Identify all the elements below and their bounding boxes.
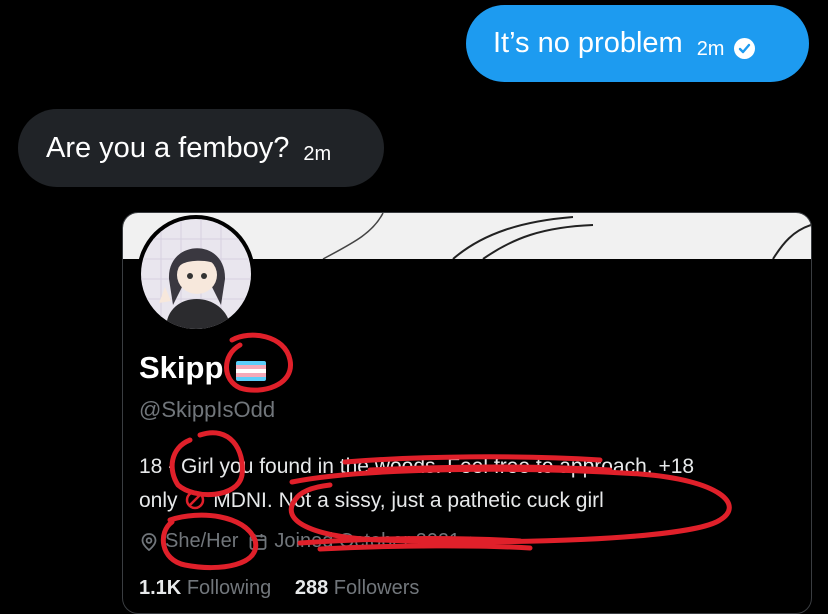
chevron-right-icon[interactable] — [466, 535, 480, 549]
received-message-text: Are you a femboy? — [46, 131, 290, 164]
profile-display-name: Skipp — [139, 350, 224, 385]
followers-stat[interactable]: 288 Followers — [295, 577, 420, 599]
calendar-icon — [249, 533, 267, 550]
bio-mdni-text: MDNI. — [213, 489, 273, 512]
bio-line-1: 18 - Girl you found in the woods. Feel f… — [139, 455, 695, 478]
no-symbol-icon — [186, 490, 205, 510]
following-count: 1.1K — [139, 577, 182, 599]
check-circle-icon — [734, 38, 756, 59]
profile-card[interactable]: Skipp @SkippIsOdd 18 - Girl you found in… — [122, 212, 812, 614]
transgender-flag-icon — [236, 361, 266, 381]
joined-text: Joined October 2021 — [274, 530, 461, 552]
follow-stats: 1.1K Following 288 Followers — [139, 577, 437, 600]
joined-item: Joined October 2021 — [248, 530, 486, 553]
bio-only-text: only — [139, 489, 178, 512]
sent-message-time: 2m — [696, 38, 725, 60]
received-message-time: 2m — [303, 142, 332, 165]
following-label: Following — [186, 577, 272, 599]
location-text: She/Her — [165, 530, 239, 552]
followers-count: 288 — [294, 577, 329, 599]
followers-label: Followers — [333, 577, 420, 599]
sent-message-text: It’s no problem — [493, 27, 683, 59]
bio-line-2-end: Not a sissy, just a pathetic cuck girl — [278, 489, 604, 512]
sent-message-bubble[interactable]: It’s no problem 2m — [466, 5, 809, 82]
profile-meta: She/Her Joined October 2021 — [139, 530, 496, 553]
bio-line-2: only MDNI. Not a sissy, just a pathetic … — [139, 484, 799, 518]
following-stat[interactable]: 1.1K Following — [139, 577, 271, 599]
profile-bio: 18 - Girl you found in the woods. Feel f… — [139, 450, 799, 518]
profile-handle[interactable]: @SkippIsOdd — [139, 397, 275, 423]
received-message-bubble[interactable]: Are you a femboy? 2m — [18, 109, 384, 187]
location-pin-icon — [141, 532, 157, 551]
profile-avatar[interactable] — [137, 215, 255, 333]
location-item: She/Her — [139, 530, 238, 553]
